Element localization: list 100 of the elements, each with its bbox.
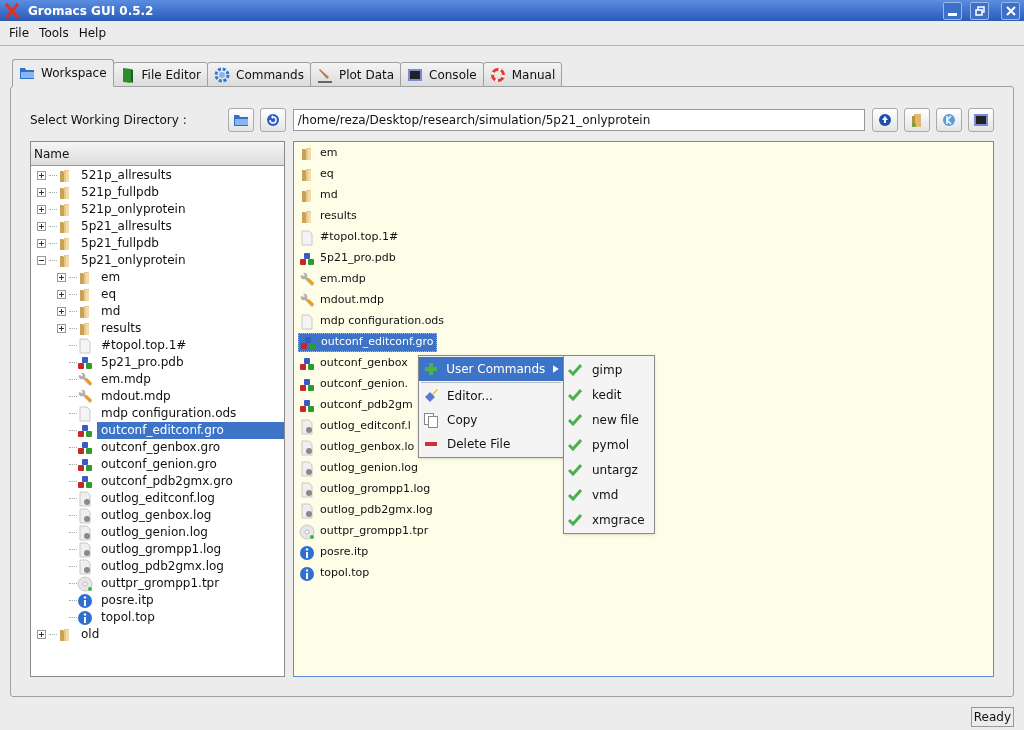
expand-toggle[interactable]	[37, 630, 46, 639]
tree-item[interactable]: mdp configuration.ods	[97, 405, 284, 422]
check-icon	[568, 363, 582, 376]
disc-icon	[299, 523, 315, 540]
directory-entry[interactable]: mdout.mdp	[298, 291, 386, 310]
terminal-button[interactable]	[968, 108, 994, 132]
tree-item[interactable]: 521p_onlyprotein	[77, 201, 284, 218]
expand-toggle[interactable]	[37, 205, 46, 214]
context-menu-item[interactable]: Copy	[419, 408, 563, 432]
expand-toggle[interactable]	[57, 273, 66, 282]
tree-item[interactable]: outconf_genion.gro	[97, 456, 284, 473]
menu-item[interactable]: Tools	[34, 24, 74, 42]
tree-item[interactable]: outtpr_grompp1.tpr	[97, 575, 284, 592]
tree-item[interactable]: outlog_genion.log	[97, 524, 284, 541]
expand-toggle[interactable]	[37, 222, 46, 231]
submenu-item[interactable]: gimp	[564, 357, 654, 382]
directory-entry[interactable]: outlog_editconf.l	[298, 417, 413, 436]
disc-icon	[77, 575, 93, 592]
close-button[interactable]	[1001, 1, 1020, 20]
tree-item[interactable]: old	[77, 626, 284, 643]
tree-item[interactable]: outconf_pdb2gmx.gro	[97, 473, 284, 490]
expand-toggle[interactable]	[37, 171, 46, 180]
tree-item[interactable]: md	[97, 303, 284, 320]
globe-button[interactable]	[936, 108, 962, 132]
directory-entry[interactable]: topol.top	[298, 564, 372, 583]
tree-item[interactable]: 521p_allresults	[77, 167, 284, 184]
tree-item[interactable]: outconf_editconf.gro	[97, 422, 284, 439]
collapse-toggle[interactable]	[37, 256, 46, 265]
tree-item[interactable]: outlog_grompp1.log	[97, 541, 284, 558]
path-field[interactable]: /home/reza/Desktop/research/simulation/5p21_onlyprotein	[292, 109, 865, 131]
submenu-item[interactable]: xmgrace	[564, 507, 654, 532]
expand-toggle[interactable]	[37, 239, 46, 248]
tree-item[interactable]: 5p21_pro.pdb	[97, 354, 284, 371]
context-menu-item[interactable]: Delete File	[419, 432, 563, 456]
log-file-icon	[77, 524, 93, 541]
expand-toggle[interactable]	[57, 324, 66, 333]
tab[interactable]: Manual	[482, 62, 563, 87]
directory-entry[interactable]: outconf_editconf.gro	[298, 333, 437, 352]
window-title: Gromacs GUI 0.5.2	[28, 2, 155, 20]
menu-item[interactable]: File	[4, 24, 35, 42]
minimize-button[interactable]	[943, 1, 962, 20]
directory-entry[interactable]: outconf_genbox	[298, 354, 410, 373]
molecule-icon	[299, 397, 315, 414]
plus-icon	[58, 274, 65, 281]
directory-entry[interactable]: outlog_pdb2gmx.log	[298, 501, 435, 520]
directory-entry[interactable]: #topol.top.1#	[298, 228, 401, 247]
tree-item[interactable]: results	[97, 320, 284, 337]
expand-toggle[interactable]	[57, 290, 66, 299]
expand-toggle[interactable]	[57, 307, 66, 316]
folder-icon	[232, 112, 249, 128]
info-icon	[77, 592, 93, 609]
new-folder-button[interactable]	[904, 108, 930, 132]
submenu-item[interactable]: pymol	[564, 432, 654, 457]
molecule-icon	[77, 456, 93, 473]
tree-item[interactable]: outlog_pdb2gmx.log	[97, 558, 284, 575]
tree-item[interactable]: topol.top	[97, 609, 284, 626]
directory-entry[interactable]: outconf_genion.	[298, 375, 411, 394]
expand-toggle[interactable]	[37, 188, 46, 197]
up-button[interactable]	[872, 108, 898, 132]
tree-item[interactable]: outlog_editconf.log	[97, 490, 284, 507]
submenu-item[interactable]: new file	[564, 407, 654, 432]
refresh-button[interactable]	[259, 108, 286, 132]
tab[interactable]: Console	[400, 62, 484, 87]
tree-item[interactable]: outlog_genbox.log	[97, 507, 284, 524]
tab[interactable]: File Editor	[112, 62, 208, 87]
directory-entry[interactable]: 5p21_pro.pdb	[298, 249, 398, 268]
directory-entry[interactable]: posre.itp	[298, 543, 371, 562]
tree-item[interactable]: posre.itp	[97, 592, 284, 609]
tree-item[interactable]: em	[97, 269, 284, 286]
open-folder-button[interactable]	[227, 108, 254, 132]
directory-entry[interactable]: em.mdp	[298, 270, 368, 289]
tree-item[interactable]: 5p21_allresults	[77, 218, 284, 235]
directory-entry[interactable]: outlog_grompp1.log	[298, 480, 433, 499]
tree-item[interactable]: 521p_fullpdb	[77, 184, 284, 201]
submenu-item[interactable]: kedit	[564, 382, 654, 407]
tree-item[interactable]: #topol.top.1#	[97, 337, 284, 354]
directory-entry[interactable]: em	[298, 144, 340, 163]
submenu-item[interactable]: vmd	[564, 482, 654, 507]
tree-item[interactable]: outconf_genbox.gro	[97, 439, 284, 456]
tree-item[interactable]: em.mdp	[97, 371, 284, 388]
directory-entry[interactable]: eq	[298, 165, 336, 184]
directory-entry[interactable]: outlog_genbox.lo	[298, 438, 417, 457]
directory-entry[interactable]: outtpr_grompp1.tpr	[298, 522, 431, 541]
directory-entry[interactable]: outconf_pdb2gm	[298, 396, 415, 415]
tab[interactable]: Workspace	[12, 59, 114, 87]
context-menu-item[interactable]: Editor...	[419, 384, 563, 408]
directory-entry[interactable]: md	[298, 186, 340, 205]
directory-entry[interactable]: mdp configuration.ods	[298, 312, 447, 331]
menu-item[interactable]: Help	[73, 24, 111, 42]
submenu-item[interactable]: untargz	[564, 457, 654, 482]
tab[interactable]: Commands	[207, 62, 311, 87]
tree-item[interactable]: mdout.mdp	[97, 388, 284, 405]
tree-item[interactable]: 5p21_onlyprotein	[77, 252, 284, 269]
tree-item[interactable]: eq	[97, 286, 284, 303]
directory-entry[interactable]: results	[298, 207, 359, 226]
tab[interactable]: Plot Data	[309, 62, 402, 87]
restore-button[interactable]	[970, 1, 989, 20]
context-menu-item[interactable]: User Commands	[419, 357, 563, 381]
directory-entry[interactable]: outlog_genion.log	[298, 459, 421, 478]
tree-item[interactable]: 5p21_fullpdb	[77, 235, 284, 252]
